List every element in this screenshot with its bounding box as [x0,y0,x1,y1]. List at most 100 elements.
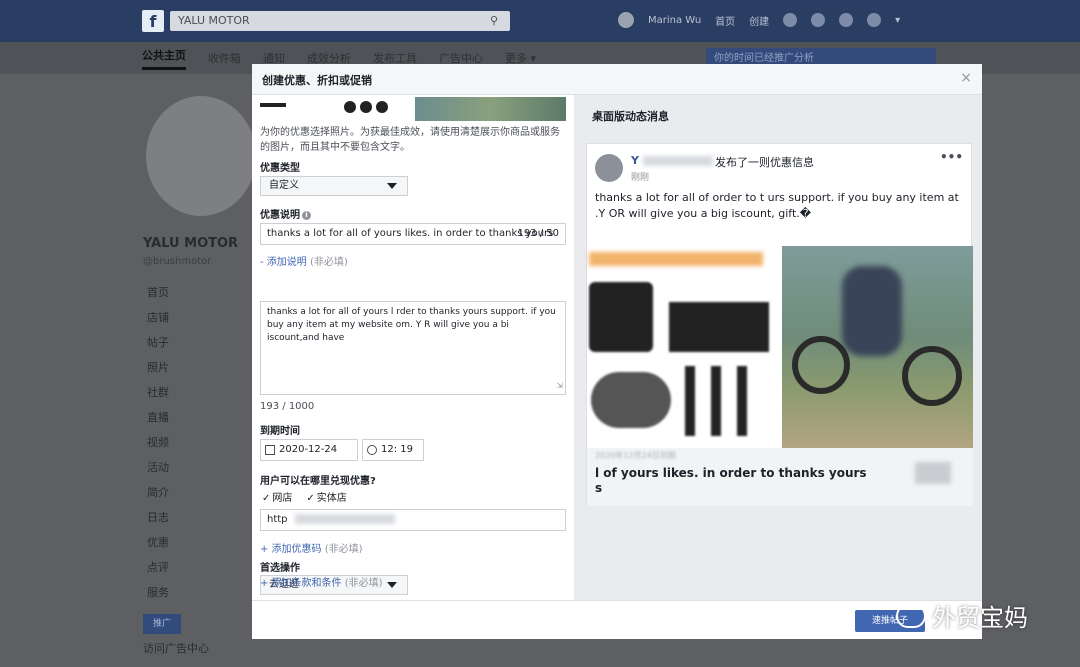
dialog-header: 创建优惠、折扣或促销 × [252,64,982,95]
offer-photo-product[interactable] [260,97,400,121]
friends-icon[interactable] [783,13,798,27]
post-action-text: 发布了一则优惠信息 [715,156,814,169]
add-details-link[interactable]: - 添加说明 (非必填) [260,253,348,268]
left-menu-item-about[interactable]: 简介 [147,484,169,509]
optional-hint: (非必填) [309,257,348,268]
dialog-title: 创建优惠、折扣或促销 [262,74,372,87]
dialog-footer: 速推帖子 [252,600,982,639]
offer-type-label: 优惠类型 [260,163,300,174]
offer-description-input[interactable]: thanks a lot for all of yours likes. in … [260,223,566,245]
add-terms-link[interactable]: + 添加条款和条件 (非必填) [260,574,383,589]
url-value: http [267,514,288,525]
messenger-icon[interactable] [811,13,826,27]
offer-type-value: 自定义 [269,180,299,191]
photo-banner [589,252,763,266]
left-menu-item-offers[interactable]: 优惠 [147,534,169,559]
resize-handle-icon[interactable]: ⇲ [556,379,563,392]
bike-wheel [792,336,850,394]
desktop-preview-panel: 桌面版动态消息 Y 发布了一则优惠信息 刚刚 ••• thanks a lot … [574,95,982,600]
expiry-label: 到期时间 [260,426,300,437]
post-time: 刚刚 [631,173,650,183]
offer-date-stamp: 2020年12月24日到期 [595,451,676,460]
offer-footer-thumbnail[interactable] [915,462,951,484]
add-terms-link-text: + 添加条款和条件 [260,578,342,589]
notifications-icon[interactable] [839,13,854,27]
wechat-logo-icon [896,603,926,628]
left-menu-item-live[interactable]: 直播 [147,409,169,434]
details-text: thanks a lot for all of yours l rder to … [267,307,556,343]
left-menu-item-notes[interactable]: 日志 [147,509,169,534]
watermark-text: 外贸宝妈 [932,604,1028,632]
ad-center-link[interactable]: 访问广告中心 [143,640,209,656]
details-count: 193 / 1000 [260,401,315,412]
page-handle[interactable]: @brushmotor [143,256,211,267]
user-name-link[interactable]: Marina Wu [648,15,701,26]
search-input[interactable]: YALU MOTOR ⚲ [170,11,510,31]
offer-description-count: 193 / 50 [517,228,559,239]
offer-photo-bike[interactable] [415,97,566,121]
home-link[interactable]: 首页 [715,13,735,28]
bike-wheel [902,346,962,406]
create-offer-dialog: 创建优惠、折扣或促销 × 为你的优惠选择照片。为获最佳成效，请使用清楚展示你商品… [252,64,982,639]
post-photos [587,246,973,448]
calendar-icon [265,445,275,455]
user-avatar[interactable] [618,12,634,28]
left-menu-item-photos[interactable]: 照片 [147,359,169,384]
details-textarea[interactable]: thanks a lot for all of yours l rder to … [260,301,566,395]
preview-post-card: Y 发布了一则优惠信息 刚刚 ••• thanks a lot for all … [586,143,973,506]
left-menu-item-shop[interactable]: 店铺 [147,309,169,334]
left-menu-item-groups[interactable]: 社群 [147,384,169,409]
photo-help-text: 为你的优惠选择照片。为获最佳成效，请使用清楚展示你商品或服务的图片，而且其中不要… [260,127,560,153]
create-link[interactable]: 创建 [749,13,769,28]
left-menu-item-home[interactable]: 首页 [147,284,169,309]
rider-figure [842,266,902,356]
redeem-options: ✓ 网店 ✓ 实体店 [262,489,347,504]
left-menu-item-services[interactable]: 服务 [147,584,169,609]
online-checkbox[interactable]: ✓ 网店 [262,489,292,504]
page-left-menu: 首页 店铺 帖子 照片 社群 直播 视频 活动 简介 日志 优惠 点评 服务 [147,284,169,609]
left-menu-item-posts[interactable]: 帖子 [147,334,169,359]
menu-caret-icon[interactable]: ▾ [895,15,900,26]
expiry-time-input[interactable]: 12: 19 [362,439,424,461]
tab-page[interactable]: 公共主页 [142,47,186,70]
chevron-down-icon [387,183,397,189]
page-profile-picture[interactable] [146,96,256,216]
add-code-link[interactable]: + 添加优惠码 (非必填) [260,540,363,555]
close-icon[interactable]: × [960,70,972,86]
checkmark-icon: ✓ [262,493,271,504]
left-menu-item-events[interactable]: 活动 [147,459,169,484]
in-store-checkbox[interactable]: ✓ 实体店 [306,489,346,504]
search-value: YALU MOTOR [178,14,250,27]
facebook-logo[interactable]: f [142,10,164,32]
cta-label: 首选操作 [260,563,300,574]
expiry-date-input[interactable]: 2020-12-24 [260,439,358,461]
clock-icon [367,445,377,455]
left-menu-item-reviews[interactable]: 点评 [147,559,169,584]
tab-inbox[interactable]: 收件箱 [208,50,241,66]
offer-desc-label-text: 优惠说明 [260,210,300,221]
avatar [595,154,623,182]
expiry-date-value: 2020-12-24 [279,444,338,455]
offer-form: 为你的优惠选择照片。为获最佳成效，请使用清楚展示你商品或服务的图片，而且其中不要… [252,95,574,600]
offer-photo-strip[interactable] [260,97,566,121]
preview-title: 桌面版动态消息 [592,110,669,123]
url-input[interactable]: http [260,509,566,531]
help-icon[interactable] [867,13,882,27]
more-options-icon[interactable]: ••• [940,150,963,164]
offer-description-value: thanks a lot for all of yours likes. in … [267,228,554,239]
page-name[interactable]: YALU MOTOR [143,236,238,251]
promote-button[interactable]: 推广 [143,614,181,634]
optional-hint: (非必填) [324,544,363,555]
offer-footer: 2020年12月24日到期 l of yours likes. in order… [587,448,973,506]
product-photo [587,246,779,448]
optional-hint: (非必填) [344,578,383,589]
offer-type-select[interactable]: 自定义 [260,176,408,196]
bike-photo [782,246,973,448]
in-store-label: 实体店 [316,493,347,504]
redeem-label: 用户可以在哪里兑现优惠? [260,476,376,487]
online-label: 网店 [272,493,293,504]
info-icon[interactable]: i [302,210,311,220]
search-icon[interactable]: ⚲ [490,14,498,27]
left-menu-item-videos[interactable]: 视频 [147,434,169,459]
top-navigation-bar: f YALU MOTOR ⚲ Marina Wu 首页 创建 ▾ [0,0,1080,42]
